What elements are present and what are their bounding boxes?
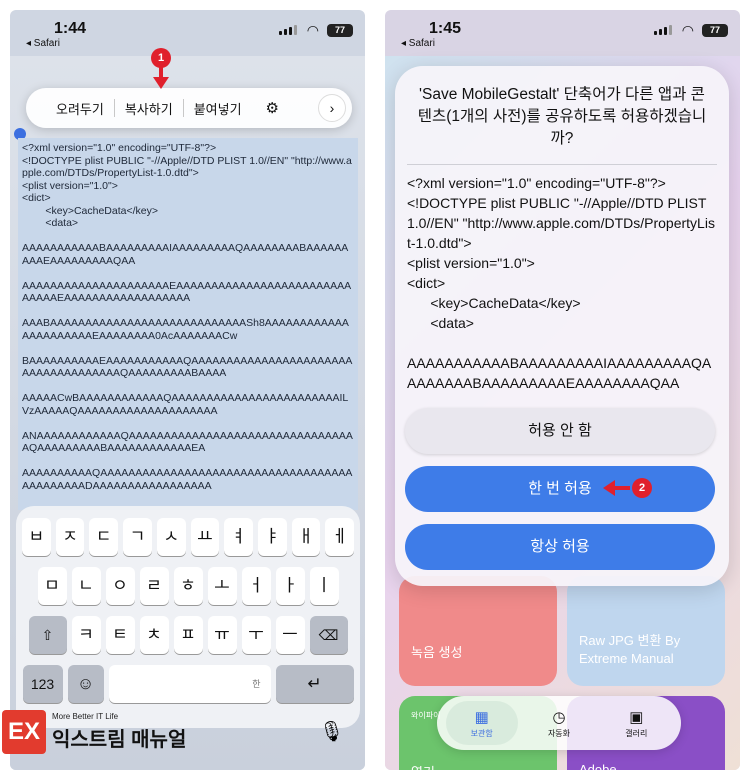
key[interactable]: ㄴ	[71, 567, 101, 605]
shortcut-tile-label: Adobe	[579, 762, 617, 770]
keyboard-row-3: ⇧ ㅋㅌㅊㅍㅠㅜㅡ ⌫	[22, 616, 354, 654]
wifi-icon: ◠	[306, 22, 319, 38]
back-to-safari-link[interactable]: ◂ Safari	[401, 38, 435, 49]
copy-menu-item[interactable]: 복사하기	[115, 99, 183, 118]
tab-label: 자동화	[547, 728, 571, 738]
wifi-icon: ◠	[681, 22, 694, 38]
shift-icon[interactable]: ⇧	[28, 616, 67, 654]
key[interactable]: ㅁ	[37, 567, 67, 605]
edit-context-menu: 오려두기 복사하기 붙여넣기 ⚙ ›	[26, 88, 352, 128]
dialog-title: 'Save MobileGestalt' 단축어가 다른 앱과 콘텐츠(1개의 …	[417, 86, 707, 147]
signal-icon	[654, 25, 672, 35]
dialog-body-preview: <?xml version="1.0" encoding="UTF-8"?> <…	[407, 164, 717, 390]
tab-gallery[interactable]: ▣ 갤러리	[600, 701, 672, 745]
logo-name: 익스트림 매뉴얼	[52, 729, 187, 751]
paste-menu-item[interactable]: 붙여넣기	[184, 99, 252, 118]
key[interactable]: ㅊ	[139, 616, 169, 654]
right-phone-screen: 녹음 생성 Raw JPG 변환 By Extreme Manual 와이파이 …	[385, 10, 740, 770]
keyboard-row-4: 123 ☺ 한 ↵	[22, 665, 354, 703]
keyboard-row-2: ㅁㄴㅇㄹㅎㅗㅓㅏㅣ	[22, 567, 354, 605]
logo-tagline: More Better IT Life	[52, 712, 119, 721]
key[interactable]: ㅡ	[275, 616, 305, 654]
status-bar: 1:44 ◂ Safari ◠ 77	[10, 10, 365, 56]
key[interactable]: ㅋ	[71, 616, 101, 654]
key[interactable]: ㅂ	[21, 518, 51, 556]
step-badge: 1	[151, 48, 171, 68]
key[interactable]: ㅈ	[55, 518, 85, 556]
back-to-safari-link[interactable]: ◂ Safari	[26, 38, 60, 49]
key[interactable]: ㅓ	[241, 567, 271, 605]
key[interactable]: ㅣ	[309, 567, 339, 605]
selected-plist-text[interactable]: <?xml version="1.0" encoding="UTF-8"?> <…	[18, 138, 358, 510]
tab-library[interactable]: ▦ 보관함	[445, 701, 518, 745]
key[interactable]: ㄹ	[139, 567, 169, 605]
site-logo: EX More Better IT Life 익스트림 매뉴얼	[2, 710, 186, 754]
library-icon: ▦	[474, 708, 489, 726]
shortcut-tile-label: 와이파이	[411, 711, 441, 720]
key[interactable]: ㅗ	[207, 567, 237, 605]
korean-keyboard: ㅂㅈㄷㄱㅅㅛㅕㅑㅐㅔ ㅁㄴㅇㄹㅎㅗㅓㅏㅣ ⇧ ㅋㅌㅊㅍㅠㅜㅡ ⌫ 123 ☺ 한…	[16, 506, 360, 728]
shortcut-tile-label: 녹음 생성	[411, 645, 463, 660]
key[interactable]: ㅍ	[173, 616, 203, 654]
key[interactable]: ㅐ	[291, 518, 321, 556]
mic-icon[interactable]: 🎙	[319, 719, 344, 744]
key[interactable]: ㄱ	[123, 518, 152, 556]
tab-label: 갤러리	[625, 728, 648, 738]
shortcut-tile-label: 열기	[411, 762, 435, 770]
status-bar: 1:45 ◂ Safari ◠ 77	[385, 10, 740, 56]
signal-icon	[279, 25, 297, 35]
deny-button[interactable]: 허용 안 함	[405, 408, 715, 454]
key[interactable]: ㅔ	[325, 518, 355, 556]
shortcut-tile-raw[interactable]: Raw JPG 변환 By Extreme Manual	[567, 576, 725, 686]
battery-level: 77	[702, 24, 728, 37]
step-badge: 2	[632, 478, 652, 498]
shortcut-tile-record[interactable]: 녹음 생성	[399, 576, 557, 686]
shortcut-tile-label: Raw JPG 변환 By Extreme Manual	[579, 633, 681, 666]
status-time: 1:45	[429, 20, 462, 37]
space-key[interactable]: 한	[108, 665, 271, 703]
key[interactable]: ㅠ	[207, 616, 237, 654]
numbers-key[interactable]: 123	[22, 665, 63, 703]
key[interactable]: ㅏ	[275, 567, 305, 605]
logo-mark: EX	[2, 710, 46, 754]
annotation-arrow-down	[153, 77, 169, 89]
allow-once-button[interactable]: 한 번 허용	[405, 466, 715, 512]
annotation-arrow-stem	[614, 486, 630, 490]
key[interactable]: ㅎ	[173, 567, 203, 605]
battery-level: 77	[327, 24, 353, 37]
tab-automation[interactable]: ◷ 자동화	[523, 701, 595, 745]
left-phone-screen: 1:44 ◂ Safari ◠ 77 오려두기 복사하기 붙여넣기 ⚙ › 1 …	[10, 10, 365, 770]
key[interactable]: ㅛ	[190, 518, 220, 556]
key[interactable]: ㄷ	[89, 518, 119, 556]
key[interactable]: ㅇ	[105, 567, 135, 605]
delete-icon[interactable]: ⌫	[309, 616, 348, 654]
key[interactable]: ㅑ	[257, 518, 287, 556]
emoji-icon[interactable]: ☺	[67, 665, 104, 703]
chevron-right-icon[interactable]: ›	[318, 94, 346, 122]
keyboard-row-1: ㅂㅈㄷㄱㅅㅛㅕㅑㅐㅔ	[21, 518, 355, 556]
return-icon[interactable]: ↵	[275, 665, 354, 703]
allow-always-button[interactable]: 항상 허용	[405, 524, 715, 570]
key[interactable]: ㅅ	[156, 518, 186, 556]
tab-label: 보관함	[470, 728, 493, 738]
clock-icon: ◷	[552, 708, 566, 726]
key[interactable]: ㅕ	[224, 518, 253, 556]
grid-icon: ▣	[629, 708, 644, 726]
status-time: 1:44	[54, 20, 87, 37]
key[interactable]: ㅜ	[241, 616, 271, 654]
key[interactable]: ㅌ	[105, 616, 135, 654]
gear-icon[interactable]: ⚙	[266, 99, 279, 117]
cut-menu-item[interactable]: 오려두기	[46, 99, 114, 118]
tab-bar: ▦ 보관함 ◷ 자동화 ▣ 갤러리	[437, 696, 681, 750]
